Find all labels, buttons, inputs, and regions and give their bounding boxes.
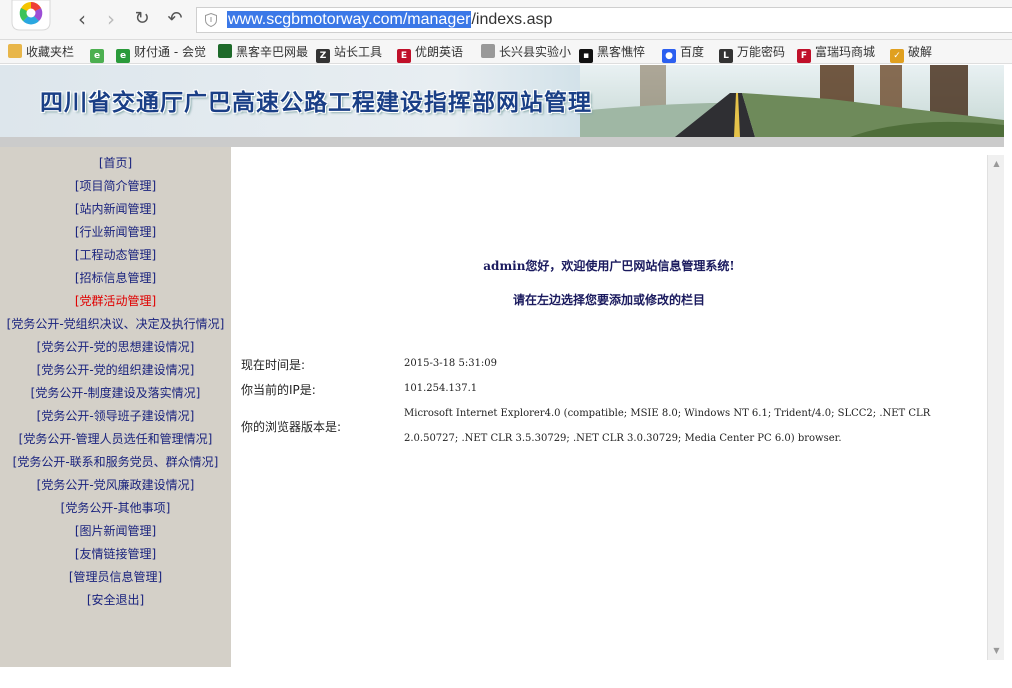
back-icon: ‹ (78, 7, 86, 31)
caifutong-icon: e (116, 49, 130, 63)
sidebar-item-17[interactable]: [友情链接管理] (0, 544, 231, 567)
bookmark-label: 优朗英语 (415, 45, 464, 59)
sidebar-item-18[interactable]: [管理员信息管理] (0, 567, 231, 590)
browser-version-value: Microsoft Internet Explorer4.0 (compatib… (404, 408, 931, 444)
bookmark-folder[interactable]: 收藏夹栏 (8, 42, 74, 62)
bookmark-label: 富瑞玛商城 (815, 45, 876, 59)
letter-l-icon: L (719, 49, 733, 63)
bookmark-label: 破解 (908, 45, 933, 59)
browser-address-bar: ‹ › ↻ ↶ www.scgbmotorway.com/manager/ind… (0, 0, 1012, 40)
bookmark-tree[interactable]: 黑客辛巴网最 (218, 42, 308, 62)
bookmark-label: 黑客辛巴网最 (236, 45, 309, 59)
sidebar-item-7[interactable]: [党务公开-党组织决议、决定及执行情况] (0, 314, 231, 337)
banner-divider (0, 137, 1004, 147)
sidebar-item-10[interactable]: [党务公开-制度建设及落实情况] (0, 383, 231, 406)
scroll-down-icon[interactable]: ▼ (988, 644, 1005, 658)
bookmark-baidu[interactable]: ● 百度 (662, 42, 705, 63)
back-button[interactable]: ‹ (71, 8, 93, 30)
time-value: 2015-3-18 5:31:09 (404, 358, 498, 369)
sidebar-item-2[interactable]: [站内新闻管理] (0, 199, 231, 222)
sidebar-item-12[interactable]: [党务公开-管理人员选任和管理情况] (0, 429, 231, 452)
bookmark-label: 黑客憔悴 (597, 45, 646, 59)
sidebar-item-16[interactable]: [图片新闻管理] (0, 521, 231, 544)
sidebar-item-13[interactable]: [党务公开-联系和服务党员、群众情况] (0, 452, 231, 475)
undo-button[interactable]: ↶ (164, 8, 186, 30)
folder-icon (8, 44, 22, 58)
vertical-scrollbar[interactable]: ▲ ▼ (987, 155, 1004, 660)
sidebar-item-6[interactable]: [党群活动管理] (0, 291, 231, 314)
bookmark-zhanzhang[interactable]: Z 站长工具 (316, 42, 383, 63)
sidebar-item-4[interactable]: [工程动态管理] (0, 245, 231, 268)
url-highlighted: www.scgbmotorway.com/manager (227, 11, 472, 28)
frm-icon: F (797, 49, 811, 63)
tree-icon (218, 44, 232, 58)
instruction-text: 请在左边选择您要添加或修改的栏目 (512, 293, 705, 307)
bookmark-check[interactable]: ✓ 破解 (890, 42, 933, 63)
welcome-message: admin您好，欢迎使用广巴网站信息管理系统! (483, 259, 735, 273)
bookmark-caifutong[interactable]: e 财付通 - 会觉 (116, 42, 206, 63)
green-swirl-icon: e (90, 49, 104, 63)
sidebar-item-1[interactable]: [项目简介管理] (0, 176, 231, 199)
sidebar-item-11[interactable]: [党务公开-领导班子建设情况] (0, 406, 231, 429)
ip-value: 101.254.137.1 (404, 383, 478, 394)
forest-road-image (580, 65, 1004, 137)
bookmark-youlang[interactable]: E 优朗英语 (397, 42, 464, 63)
sidebar-item-0[interactable]: [首页] (0, 153, 231, 176)
zhanzhang-icon: Z (316, 49, 330, 63)
banner-title: 四川省交通厅广巴高速公路工程建设指挥部网站管理 (40, 90, 592, 116)
forward-icon: › (107, 7, 115, 31)
sidebar-item-5[interactable]: [招标信息管理] (0, 268, 231, 291)
bookmark-heike[interactable]: ▪ 黑客憔悴 (579, 42, 646, 63)
url-rest: /indexs.asp (471, 11, 553, 28)
heike-icon: ▪ (579, 49, 593, 63)
browser-logo-icon[interactable] (8, 0, 54, 32)
shield-icon (205, 13, 217, 27)
browser-version-label: 你的浏览器版本是: (241, 420, 342, 434)
page-icon (481, 44, 495, 58)
sidebar-item-9[interactable]: [党务公开-党的组织建设情况] (0, 360, 231, 383)
bookmark-label: 万能密码 (737, 45, 786, 59)
sidebar-item-15[interactable]: [党务公开-其他事项] (0, 498, 231, 521)
sidebar-item-3[interactable]: [行业新闻管理] (0, 222, 231, 245)
bookmark-page[interactable]: 长兴县实验小 (481, 42, 571, 62)
bookmark-letter-l[interactable]: L 万能密码 (719, 42, 786, 63)
ip-label: 你当前的IP是: (241, 383, 316, 397)
bookmark-frm[interactable]: F 富瑞玛商城 (797, 42, 876, 63)
undo-icon: ↶ (167, 8, 183, 29)
youlang-icon: E (397, 49, 411, 63)
reload-icon: ↻ (134, 8, 150, 29)
baidu-icon: ● (662, 49, 676, 63)
scroll-up-icon[interactable]: ▲ (988, 157, 1005, 171)
time-label: 现在时间是: (241, 358, 306, 372)
sidebar-item-19[interactable]: [安全退出] (0, 590, 231, 613)
sidebar-item-14[interactable]: [党务公开-党风廉政建设情况] (0, 475, 231, 498)
main-content: admin您好，欢迎使用广巴网站信息管理系统! 请在左边选择您要添加或修改的栏目… (231, 147, 987, 667)
sidebar-menu: [首页] [项目简介管理] [站内新闻管理] [行业新闻管理] [工程动态管理] [招标信… (0, 147, 231, 613)
url-text: www.scgbmotorway.com/manager/indexs.asp (227, 11, 552, 29)
swirl-icon[interactable]: e (90, 42, 108, 63)
bookmark-label: 百度 (680, 45, 705, 59)
reload-button[interactable]: ↻ (131, 8, 153, 30)
check-icon: ✓ (890, 49, 904, 63)
site-banner: 四川省交通厅广巴高速公路工程建设指挥部网站管理 (0, 65, 1004, 137)
bookmarks-bar: 收藏夹栏 e 财付通 - 会觉 黑客辛巴网最 Z 站长工具 E 优朗英语 长兴县实验小 ▪ 黑客憔悴… (0, 40, 1012, 64)
bookmark-label: 收藏夹栏 (26, 45, 75, 59)
url-input[interactable]: www.scgbmotorway.com/manager/indexs.asp (196, 7, 1012, 33)
sidebar-item-8[interactable]: [党务公开-党的思想建设情况] (0, 337, 231, 360)
forward-button[interactable]: › (100, 8, 122, 30)
sidebar-nav: [首页] [项目简介管理] [站内新闻管理] [行业新闻管理] [工程动态管理] [招标信… (0, 147, 231, 667)
bookmark-label: 财付通 - 会觉 (134, 45, 206, 59)
bookmark-label: 站长工具 (334, 45, 383, 59)
bookmark-label: 长兴县实验小 (499, 45, 572, 59)
